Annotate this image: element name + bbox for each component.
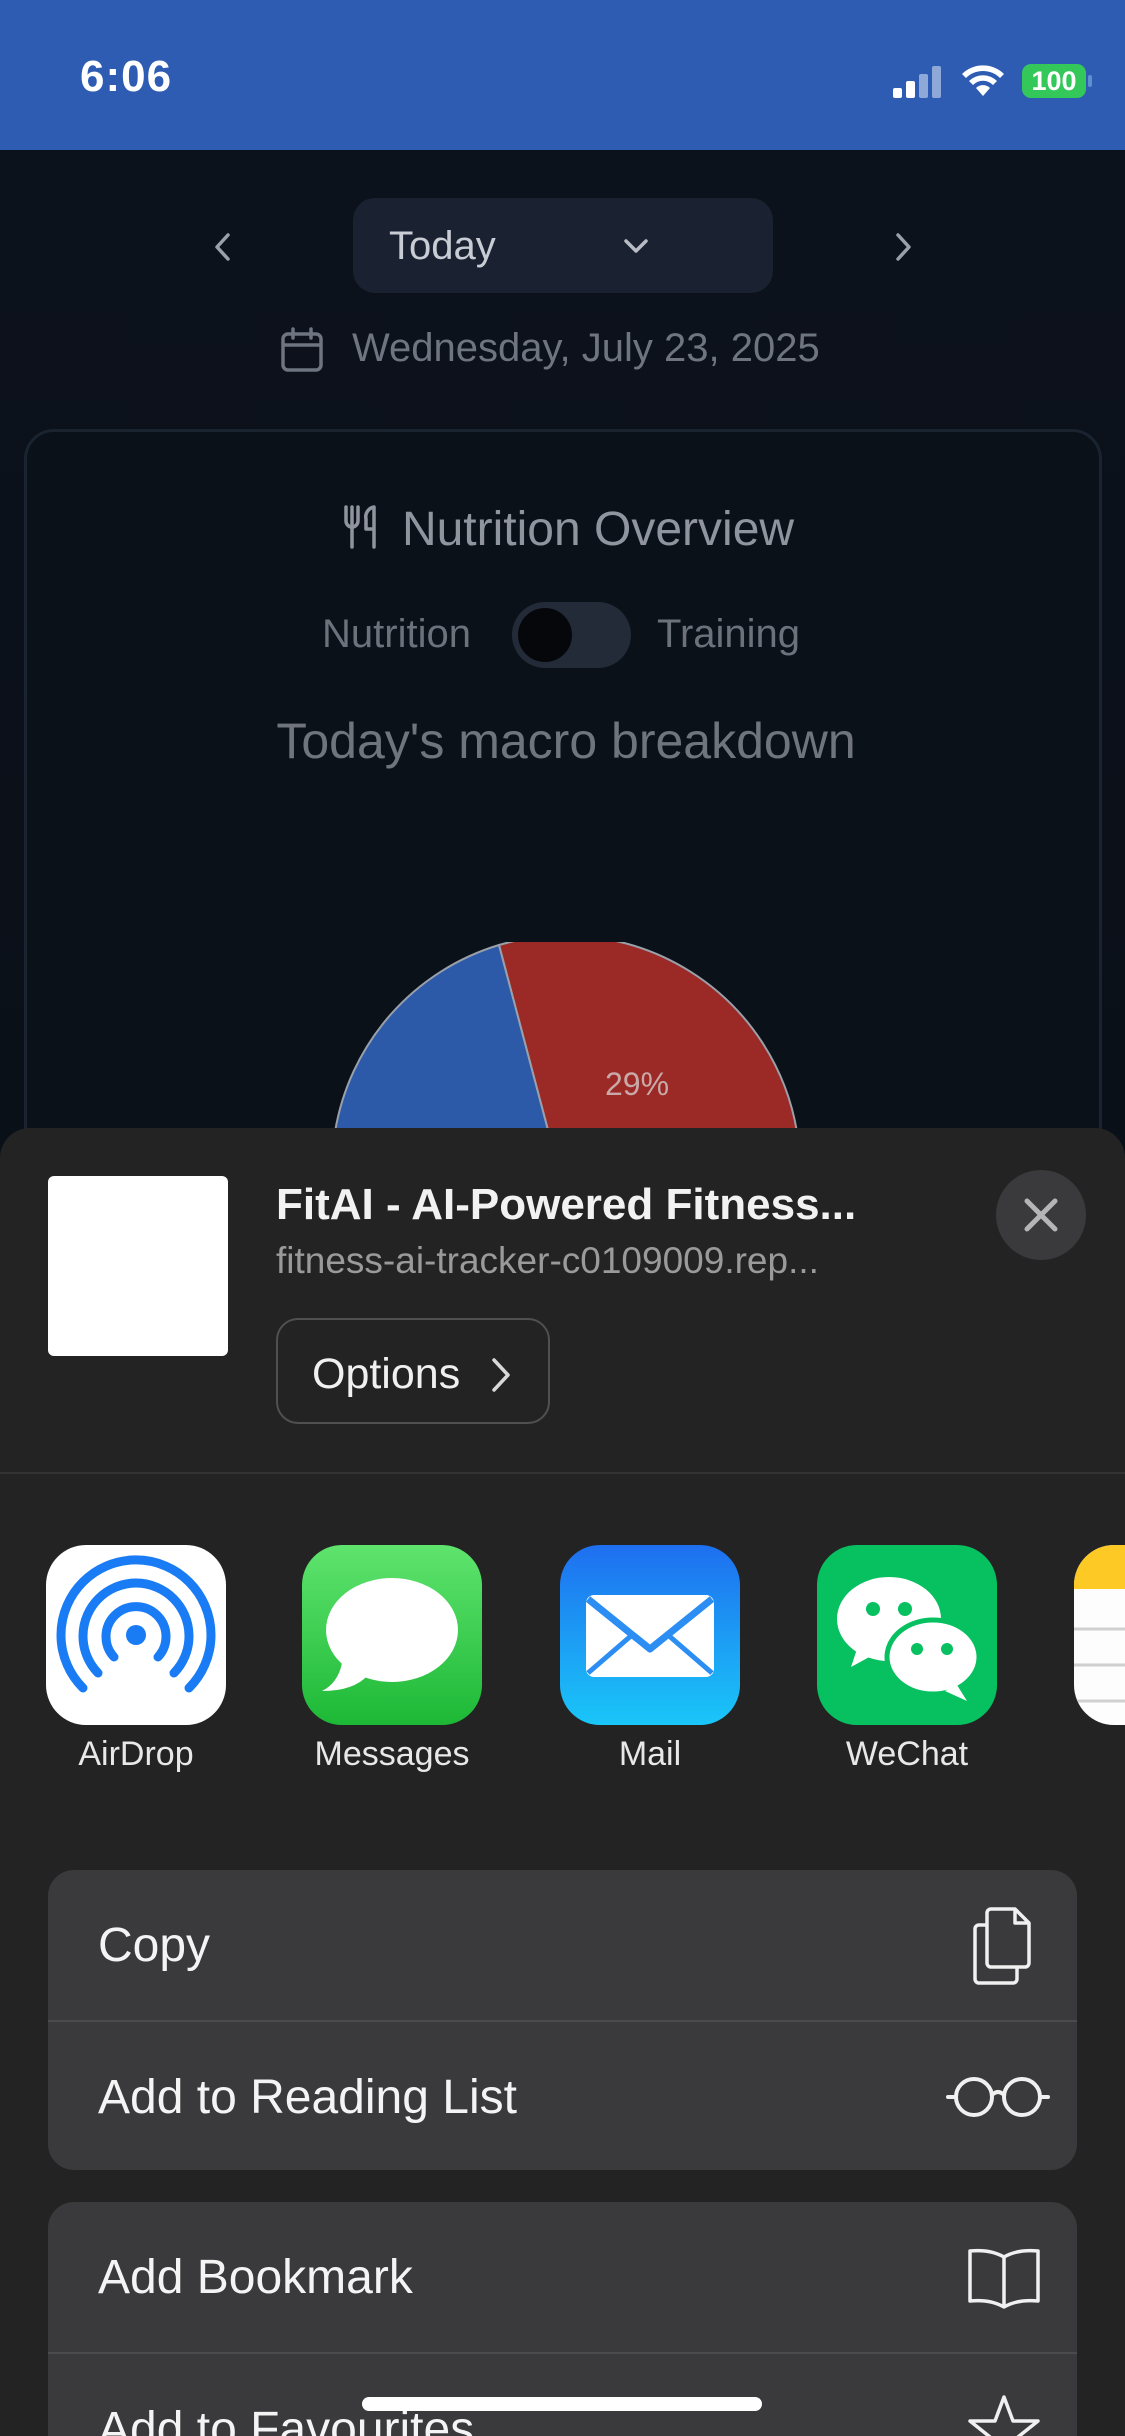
toggle-knob [518, 608, 572, 662]
current-date: Wednesday, July 23, 2025 [352, 326, 820, 370]
add-bookmark-action[interactable]: Add Bookmark [48, 2202, 1077, 2352]
share-app-mail[interactable]: Mail [560, 1545, 740, 1773]
share-app-airdrop[interactable]: AirDrop [46, 1545, 226, 1773]
home-indicator[interactable] [362, 2397, 762, 2411]
chevron-right-icon [896, 233, 911, 261]
chevron-right-icon [492, 1358, 510, 1392]
date-range-select[interactable]: Today [353, 198, 773, 293]
app-name: Messages [314, 1735, 470, 1773]
messages-icon [302, 1545, 482, 1725]
share-sheet: FitAI - AI-Powered Fitness... fitness-ai… [0, 1128, 1125, 2436]
utensils-icon [344, 505, 376, 549]
chevron-left-icon [215, 233, 230, 261]
close-button[interactable] [996, 1170, 1086, 1260]
mode-toggle-row: Nutrition Training [27, 602, 1105, 672]
previous-day-button[interactable] [203, 222, 243, 272]
book-icon [959, 2237, 1049, 2317]
status-bar: 6:06 100 [0, 0, 1125, 150]
chevron-down-icon [624, 239, 648, 253]
screen: 6:06 100 Today Wednesday, July 23, 2025 [0, 0, 1125, 2436]
card-title-text: Nutrition Overview [401, 503, 795, 556]
app-name: AirDrop [78, 1735, 194, 1773]
share-app-wechat[interactable]: WeChat [817, 1545, 997, 1773]
add-to-favourites-action[interactable]: Add to Favourites [48, 2352, 1077, 2436]
card-title: Nutrition Overview [27, 502, 1105, 557]
notes-icon [1074, 1545, 1125, 1725]
add-to-reading-list-action[interactable]: Add to Reading List [48, 2020, 1077, 2170]
nutrition-training-toggle[interactable] [512, 602, 631, 668]
airdrop-icon [46, 1545, 226, 1725]
options-label: Options [312, 1350, 461, 1398]
app-name: Mail [618, 1735, 682, 1773]
pie-label-29: 29% [605, 1066, 669, 1102]
star-icon [959, 2389, 1049, 2436]
page-thumbnail [48, 1176, 228, 1356]
action-group-1: Copy Add to Reading List [48, 1870, 1077, 2170]
toggle-label-nutrition: Nutrition [322, 612, 471, 656]
share-page-title: FitAI - AI-Powered Fitness... [276, 1180, 857, 1229]
card-subtitle: Today's macro breakdown [276, 713, 856, 769]
options-button[interactable]: Options [276, 1318, 550, 1424]
calendar-icon [281, 327, 323, 372]
wifi-icon [962, 65, 1004, 96]
next-day-button[interactable] [883, 222, 923, 272]
action-label: Add Bookmark [98, 2251, 413, 2304]
action-label: Add to Reading List [98, 2071, 517, 2124]
divider [0, 1472, 1125, 1474]
share-app-notes[interactable]: N [1074, 1545, 1125, 1765]
copy-action[interactable]: Copy [48, 1870, 1077, 2020]
share-page-url: fitness-ai-tracker-c0109009.rep... [276, 1240, 819, 1281]
copy-icon [959, 1905, 1049, 1985]
status-time: 6:06 [80, 52, 173, 101]
toggle-label-training: Training [657, 612, 801, 656]
wechat-icon [817, 1545, 997, 1725]
action-label: Copy [98, 1919, 211, 1972]
cellular-signal-icon [893, 66, 941, 98]
share-app-messages[interactable]: Messages [302, 1545, 482, 1773]
app-name: N [1034, 1735, 1125, 1774]
glasses-icon [943, 2057, 1053, 2137]
date-range-value: Today [389, 224, 496, 268]
close-icon [1024, 1198, 1058, 1232]
mail-icon [560, 1545, 740, 1725]
battery-indicator: 100 [1022, 64, 1092, 98]
app-name: WeChat [845, 1735, 969, 1773]
